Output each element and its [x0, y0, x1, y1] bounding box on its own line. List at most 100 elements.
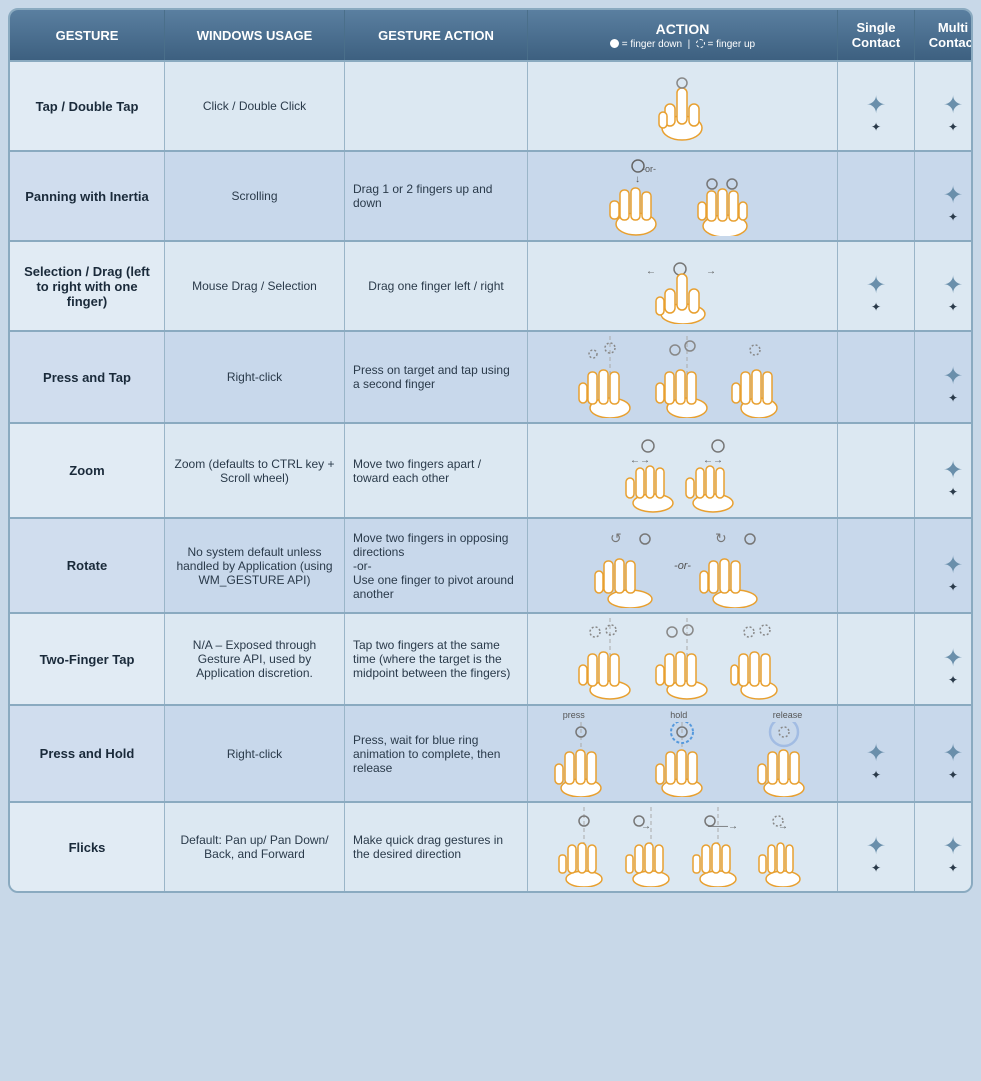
action-illustration-cell: ← →	[528, 242, 838, 330]
single-contact-cell	[838, 152, 915, 240]
gesture-action-text: Move two fingers in opposing directions-…	[345, 519, 528, 612]
gesture-action-text	[345, 62, 528, 150]
star-multi: ✦	[939, 552, 967, 580]
table-row: Rotate No system default unless handled …	[10, 517, 971, 612]
single-contact-cell	[838, 519, 915, 612]
header-action-sub: = finger down | = finger up	[610, 39, 755, 50]
table-row: Two-Finger Tap N/A – Exposed through Ges…	[10, 612, 971, 704]
table-body: Tap / Double Tap Click / Double Click ✦ …	[10, 60, 971, 891]
single-contact-cell: ✦	[838, 62, 915, 150]
header-action: ACTION = finger down | = finger up	[528, 10, 838, 60]
table-row: Press and Tap Right-click Press on targe…	[10, 330, 971, 422]
press-tap-illustration	[530, 336, 835, 418]
release-label: release	[773, 710, 803, 720]
gesture-table: GESTURE WINDOWS USAGE GESTURE ACTION ACT…	[8, 8, 973, 893]
action-illustration-cell: -or- ↓	[528, 152, 838, 240]
header-gesture-label: GESTURE	[56, 28, 119, 43]
svg-text:←: ←	[646, 266, 656, 277]
gesture-name: Tap / Double Tap	[10, 62, 165, 150]
multi-contact-cell: ✦	[915, 519, 973, 612]
multi-contact-cell: ✦	[915, 332, 973, 422]
svg-text:←→: ←→	[630, 455, 650, 466]
star-single: ✦	[862, 833, 890, 861]
multi-contact-cell: ✦	[915, 424, 973, 517]
gesture-action-text: Drag one finger left / right	[345, 242, 528, 330]
svg-text:-or-: -or-	[642, 164, 656, 174]
gesture-action-text: Move two fingers apart / toward each oth…	[345, 424, 528, 517]
svg-text:↓: ↓	[635, 174, 640, 185]
gesture-name: Flicks	[10, 803, 165, 891]
multi-contact-cell: ✦	[915, 242, 973, 330]
multi-contact-cell: ✦	[915, 706, 973, 801]
windows-usage: Zoom (defaults to CTRL key + Scroll whee…	[165, 424, 345, 517]
pan-illustration: -or- ↓	[530, 156, 835, 236]
table-row: Press and Hold Right-click Press, wait f…	[10, 704, 971, 801]
table-row: Selection / Drag (left to right with one…	[10, 240, 971, 330]
star-multi: ✦	[939, 272, 967, 300]
zoom-illustration: ←→ ←→	[530, 428, 835, 513]
header-single: Single Contact	[838, 10, 915, 60]
star-multi: ✦	[939, 92, 967, 120]
table-row: Tap / Double Tap Click / Double Click ✦ …	[10, 60, 971, 150]
header-windows-label: WINDOWS USAGE	[197, 28, 313, 43]
single-contact-cell: ✦	[838, 242, 915, 330]
gesture-action-text: Make quick drag gestures in the desired …	[345, 803, 528, 891]
table-row: Panning with Inertia Scrolling Drag 1 or…	[10, 150, 971, 240]
header-action-label: ACTION	[656, 21, 710, 37]
hold-label: hold	[670, 710, 687, 720]
windows-usage: Mouse Drag / Selection	[165, 242, 345, 330]
star-single: ✦	[862, 92, 890, 120]
header-windows: WINDOWS USAGE	[165, 10, 345, 60]
svg-text:→: →	[778, 821, 788, 832]
svg-text:↻: ↻	[715, 530, 727, 546]
action-illustration-cell: ↺ -or- ↻	[528, 519, 838, 612]
flick-illustration: → ——→ →	[530, 807, 835, 887]
gesture-action-text: Press on target and tap using a second f…	[345, 332, 528, 422]
star-multi: ✦	[939, 457, 967, 485]
table-header: GESTURE WINDOWS USAGE GESTURE ACTION ACT…	[10, 10, 971, 60]
press-hold-illustration: press hold release	[530, 710, 835, 797]
multi-contact-cell: ✦	[915, 62, 973, 150]
header-multi-label: Multi Contact	[921, 20, 973, 50]
star-single: ✦	[862, 272, 890, 300]
single-contact-cell	[838, 614, 915, 704]
header-single-label: Single Contact	[844, 20, 908, 50]
action-illustration-cell: ←→ ←→	[528, 424, 838, 517]
action-illustration-cell	[528, 332, 838, 422]
multi-contact-cell: ✦	[915, 152, 973, 240]
table-row: Zoom Zoom (defaults to CTRL key + Scroll…	[10, 422, 971, 517]
svg-text:→: →	[641, 821, 651, 832]
multi-contact-cell: ✦	[915, 614, 973, 704]
svg-text:↺: ↺	[610, 530, 622, 546]
gesture-action-text: Tap two fingers at the same time (where …	[345, 614, 528, 704]
or-label: -or-	[674, 560, 691, 572]
action-illustration-cell: press hold release	[528, 706, 838, 801]
two-finger-tap-illustration	[530, 618, 835, 700]
single-contact-cell: ✦	[838, 706, 915, 801]
finger-up-icon	[696, 39, 705, 48]
svg-text:→: →	[706, 266, 716, 277]
multi-contact-cell: ✦	[915, 803, 973, 891]
star-multi: ✦	[939, 740, 967, 768]
svg-text:——→: ——→	[708, 821, 738, 832]
star-single: ✦	[862, 740, 890, 768]
gesture-action-text: Press, wait for blue ring animation to c…	[345, 706, 528, 801]
action-illustration-cell	[528, 614, 838, 704]
windows-usage: Click / Double Click	[165, 62, 345, 150]
windows-usage: Scrolling	[165, 152, 345, 240]
gesture-name: Rotate	[10, 519, 165, 612]
gesture-name: Panning with Inertia	[10, 152, 165, 240]
star-multi: ✦	[939, 363, 967, 391]
windows-usage: Right-click	[165, 332, 345, 422]
gesture-name: Two-Finger Tap	[10, 614, 165, 704]
header-gesture: GESTURE	[10, 10, 165, 60]
svg-text:←→: ←→	[703, 455, 723, 466]
drag-illustration: ← →	[530, 246, 835, 326]
windows-usage: N/A – Exposed through Gesture API, used …	[165, 614, 345, 704]
header-gesture-action-label: GESTURE ACTION	[378, 28, 494, 43]
gesture-name: Zoom	[10, 424, 165, 517]
single-contact-cell: ✦	[838, 803, 915, 891]
action-illustration-cell	[528, 62, 838, 150]
press-label: press	[563, 710, 585, 720]
star-multi: ✦	[939, 182, 967, 210]
